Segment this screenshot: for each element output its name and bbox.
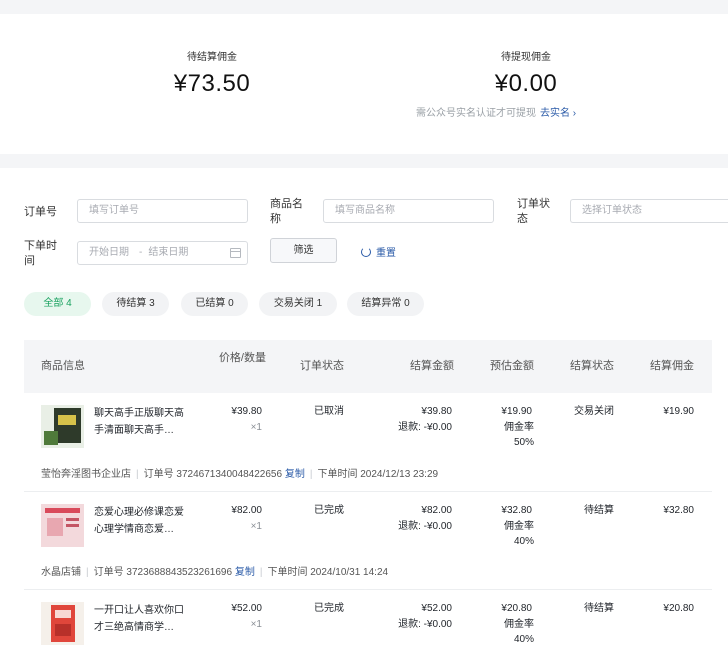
product-thumbnail[interactable] — [41, 504, 84, 547]
shop-name: 水晶店铺 — [41, 567, 81, 578]
product-thumbnail[interactable] — [41, 602, 84, 645]
est-amount: ¥19.90 — [501, 406, 532, 417]
quantity: ×1 — [250, 619, 262, 630]
tab-abnormal[interactable]: 结算异常 0 — [347, 292, 424, 316]
withdrawable-commission-amount: ¥0.00 — [494, 70, 558, 97]
refund-amount: 退款: -¥0.00 — [398, 619, 452, 630]
settle-status: 交易关闭 — [574, 406, 614, 417]
order-no-label: 订单号 — [24, 206, 57, 218]
order-meta: 水晶店铺 | 订单号 3723688843523261696 复制 | 下单时间 202… — [41, 567, 389, 578]
settle-amount: ¥82.00 — [421, 505, 452, 516]
product-name[interactable]: 恋爱心理必修课恋爱心理学情商恋爱… — [94, 504, 190, 538]
tab-pending[interactable]: 待结算 3 — [102, 292, 169, 316]
commission-rate: 佣金率 40% — [504, 521, 534, 547]
header-price: 价格/数量 — [218, 352, 266, 364]
header-settle-amount: 结算金额 — [410, 360, 454, 372]
order-meta: 莹怡奔淫图书企业店 | 订单号 3724671340048422656 复制 | 下单时… — [41, 469, 439, 480]
order-status-select[interactable]: 选择订单状态 — [570, 199, 728, 223]
est-amount: ¥20.80 — [501, 603, 532, 614]
header-product: 商品信息 — [41, 360, 85, 372]
commission: ¥32.80 — [663, 505, 694, 516]
price: ¥52.00 — [231, 603, 262, 614]
tab-all[interactable]: 全部 4 — [24, 292, 91, 316]
reset-button[interactable]: 重置 — [361, 244, 396, 259]
table-header: 商品信息 价格/数量 订单状态 结算金额 预估金额 结算状态 结算佣金 — [24, 340, 712, 393]
filter-button[interactable]: 筛选 — [270, 238, 337, 263]
order-status: 已完成 — [314, 505, 344, 516]
verify-note-text: 需公众号实名认证才可提现 — [416, 108, 536, 119]
order-status: 已取消 — [314, 406, 344, 417]
order-time: 下单时间 2024/10/31 14:24 — [267, 567, 389, 578]
est-amount: ¥32.80 — [501, 505, 532, 516]
order-time: 下单时间 2024/12/13 23:29 — [317, 469, 439, 480]
verify-link[interactable]: 去实名 — [540, 108, 570, 119]
order-no-input[interactable]: 填写订单号 — [77, 199, 248, 223]
product-name[interactable]: 一开口让人喜欢你口才三绝高情商学… — [94, 602, 190, 636]
product-name[interactable]: 聊天高手正版聊天高手清面聊天高手… — [94, 405, 190, 439]
reset-label: 重置 — [376, 248, 396, 259]
copy-button[interactable]: 复制 — [235, 567, 255, 578]
table-row: 聊天高手正版聊天高手清面聊天高手… ¥39.80 ×1 已取消 ¥39.80 退… — [24, 393, 712, 491]
header-order-status: 订单状态 — [300, 360, 344, 372]
pending-commission-amount: ¥73.50 — [173, 70, 251, 97]
settle-amount: ¥52.00 — [421, 603, 452, 614]
commission-summary: 待结算佣金 ¥73.50 待提现佣金 ¥0.00 需公众号实名认证才可提现 去实名… — [0, 14, 728, 154]
refund-amount: 退款: -¥0.00 — [398, 422, 452, 433]
settle-amount: ¥39.80 — [421, 406, 452, 417]
tab-settled[interactable]: 已结算 0 — [181, 292, 248, 316]
order-time-label: 下单时间 — [24, 240, 57, 267]
refund-amount: 退款: -¥0.00 — [398, 521, 452, 532]
product-name-label: 商品名称 — [270, 198, 303, 225]
header-settle-status: 结算状态 — [570, 360, 614, 372]
settle-status: 待结算 — [584, 505, 614, 516]
table-row: 一开口让人喜欢你口才三绝高情商学… ¥52.00 ×1 已完成 ¥52.00 退… — [24, 590, 712, 653]
date-range-picker[interactable]: 开始日期 - 结束日期 — [77, 241, 248, 265]
quantity: ×1 — [250, 521, 262, 532]
range-separator: - — [139, 247, 143, 258]
orders-panel: 订单号 填写订单号 商品名称 填写商品名称 订单状态 选择订单状态 下单时间 开… — [0, 168, 728, 653]
commission: ¥20.80 — [663, 603, 694, 614]
price: ¥39.80 — [231, 406, 262, 417]
product-name-input[interactable]: 填写商品名称 — [323, 199, 494, 223]
price: ¥82.00 — [231, 505, 262, 516]
header-est-amount: 预估金额 — [490, 360, 534, 372]
commission: ¥19.90 — [663, 406, 694, 417]
pending-commission-label: 待结算佣金 — [187, 52, 237, 63]
refresh-icon — [361, 247, 371, 257]
withdrawable-commission-label: 待提现佣金 — [501, 52, 551, 63]
end-date-placeholder[interactable]: 结束日期 — [148, 247, 188, 258]
tab-closed[interactable]: 交易关闭 1 — [259, 292, 337, 316]
product-thumbnail[interactable] — [41, 405, 84, 448]
verify-note: 需公众号实名认证才可提现 去实名 › — [416, 104, 646, 119]
commission-rate: 佣金率 40% — [504, 619, 534, 645]
table-row: 恋爱心理必修课恋爱心理学情商恋爱… ¥82.00 ×1 已完成 ¥82.00 退… — [24, 492, 712, 589]
commission-rate: 佣金率 50% — [504, 422, 534, 448]
order-number: 订单号 3724671340048422656 — [143, 469, 283, 480]
order-status-label: 订单状态 — [517, 198, 550, 225]
chevron-right-icon[interactable]: › — [570, 108, 576, 119]
quantity: ×1 — [250, 422, 262, 433]
calendar-icon[interactable] — [230, 248, 241, 258]
start-date-placeholder[interactable]: 开始日期 — [89, 247, 129, 258]
order-status: 已完成 — [314, 603, 344, 614]
shop-name: 莹怡奔淫图书企业店 — [41, 469, 131, 480]
header-commission: 结算佣金 — [650, 360, 694, 372]
copy-button[interactable]: 复制 — [285, 469, 305, 480]
settle-status: 待结算 — [584, 603, 614, 614]
order-number: 订单号 3723688843523261696 — [93, 567, 233, 578]
